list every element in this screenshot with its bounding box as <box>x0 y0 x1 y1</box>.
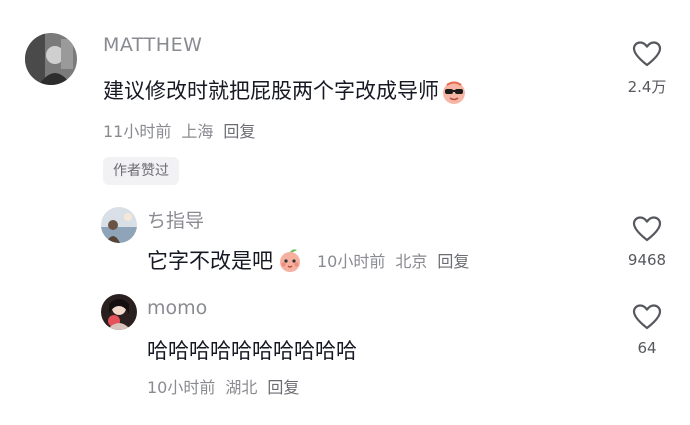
reply-time: 10小时前 <box>147 378 216 397</box>
comment-time: 11小时前 <box>103 122 172 141</box>
like-count: 2.4万 <box>627 78 667 96</box>
reply-text: 哈哈哈哈哈哈哈哈哈哈 <box>147 339 357 363</box>
reply-location: 北京 <box>395 252 428 271</box>
cool-emoji-icon <box>441 79 467 105</box>
author-liked-badge: 作者赞过 <box>103 157 179 185</box>
reply-time: 10小时前 <box>317 252 386 271</box>
reply-meta: 10小时前 湖北 回复 <box>147 374 309 398</box>
like-button[interactable]: 2.4万 <box>612 40 682 97</box>
reply-username[interactable]: momo <box>147 297 207 319</box>
reply-row: 它字不改是吧 10小时前 北京 回复 <box>147 245 479 275</box>
comment-text: 建议修改时就把屁股两个字改成导师 <box>103 75 467 105</box>
like-button[interactable]: 64 <box>612 303 682 357</box>
heart-icon <box>632 41 662 67</box>
heart-icon <box>632 304 662 330</box>
like-button[interactable]: 9468 <box>612 215 682 269</box>
reply-button[interactable]: 回复 <box>267 378 299 397</box>
reply-text: 它字不改是吧 <box>147 249 273 273</box>
reply-meta: 10小时前 北京 回复 <box>317 248 479 272</box>
comment-username[interactable]: MATTHEW <box>103 34 202 56</box>
peach-emoji-icon <box>277 247 303 273</box>
avatar[interactable] <box>101 294 137 330</box>
like-count: 64 <box>637 339 657 357</box>
reply-username[interactable]: ち指导 <box>147 206 204 233</box>
reply-location: 湖北 <box>225 378 258 397</box>
reply-button[interactable]: 回复 <box>437 252 469 271</box>
comment-location: 上海 <box>181 122 214 141</box>
comment-meta: 11小时前 上海 回复 <box>103 118 265 142</box>
heart-icon <box>632 216 662 242</box>
comment-text-content: 建议修改时就把屁股两个字改成导师 <box>103 79 439 103</box>
avatar[interactable] <box>101 207 137 243</box>
reply-button[interactable]: 回复 <box>223 122 255 141</box>
like-count: 9468 <box>627 251 667 269</box>
avatar[interactable] <box>25 33 77 85</box>
